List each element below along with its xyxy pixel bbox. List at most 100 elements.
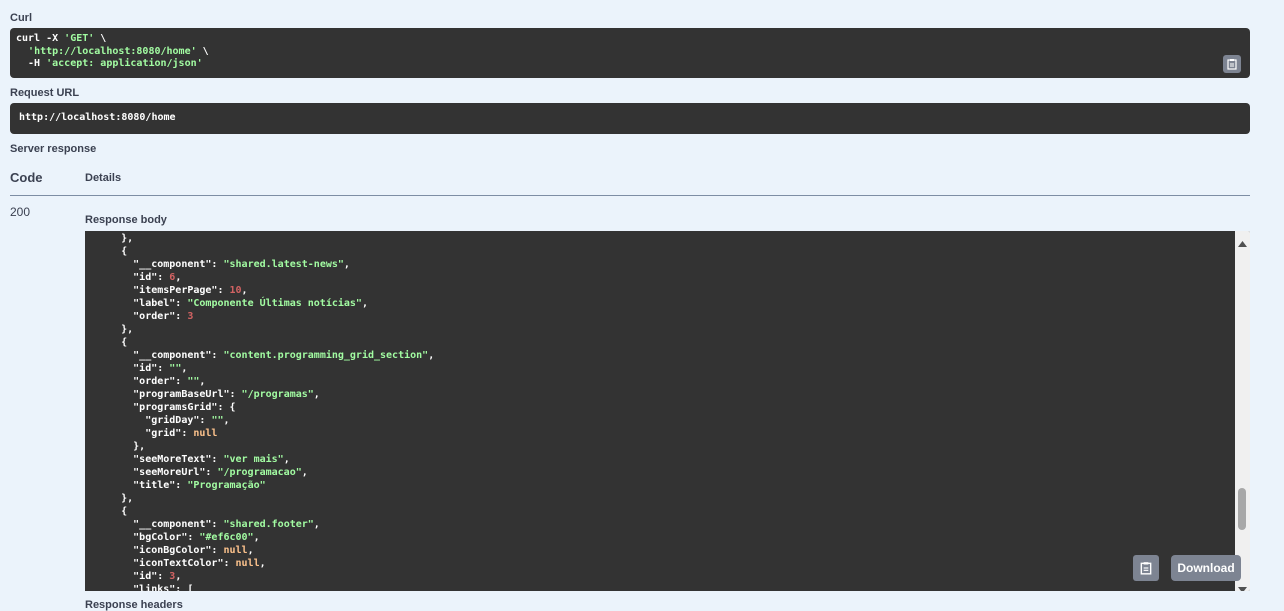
response-token: "ver mais" xyxy=(223,454,284,465)
response-line: "id": "", xyxy=(85,362,434,375)
response-line: "gridDay": "", xyxy=(85,414,434,427)
curl-token: \ xyxy=(196,45,209,57)
response-line: }, xyxy=(85,232,434,245)
response-token: }, xyxy=(85,233,134,244)
response-line: "programBaseUrl": "/programas", xyxy=(85,388,434,401)
response-token: }, xyxy=(85,441,146,452)
response-token: "__component": xyxy=(85,519,224,530)
response-token: null xyxy=(193,428,218,439)
request-url-value[interactable]: http://localhost:8080/home xyxy=(10,103,1250,134)
response-token: , xyxy=(247,545,254,556)
response-token: "__component": xyxy=(85,259,224,270)
curl-token: 'GET' xyxy=(64,33,95,44)
response-line: "__component": "content.programming_grid… xyxy=(85,349,434,362)
response-token: "iconBgColor": xyxy=(85,545,224,556)
response-token: "iconTextColor": xyxy=(85,558,236,569)
response-body-label: Response body xyxy=(85,214,167,226)
response-line: "programsGrid": { xyxy=(85,401,434,414)
response-token: "__component": xyxy=(85,350,224,361)
response-line: "links": [ xyxy=(85,583,434,591)
response-token: , xyxy=(343,259,350,270)
response-token: 10 xyxy=(229,285,242,296)
response-line: "order": 3 xyxy=(85,310,434,323)
scrollbar-thumb[interactable] xyxy=(1238,488,1246,530)
response-line: { xyxy=(85,505,434,518)
response-line: "label": "Componente Últimas notícias", xyxy=(85,297,434,310)
response-line: }, xyxy=(85,492,434,505)
response-token: "" xyxy=(211,415,224,426)
download-button[interactable]: Download xyxy=(1171,555,1241,581)
response-line: "seeMoreUrl": "/programacao", xyxy=(85,466,434,479)
response-token: "bgColor": xyxy=(85,532,200,543)
response-copy-button[interactable] xyxy=(1133,555,1159,581)
response-status-code: 200 xyxy=(10,205,31,219)
chevron-up-icon[interactable] xyxy=(1238,234,1247,252)
response-line: "itemsPerPage": 10, xyxy=(85,284,434,297)
response-line: }, xyxy=(85,323,434,336)
code-column-header: Code xyxy=(10,170,43,185)
clipboard-icon xyxy=(1139,561,1153,575)
curl-token: curl -X xyxy=(16,33,65,44)
response-token: "itemsPerPage": xyxy=(85,285,230,296)
response-token: , xyxy=(259,558,266,569)
response-token: "programsGrid": { xyxy=(85,402,236,413)
curl-token: 'http://localhost:8080/home' xyxy=(28,45,197,57)
response-line: "grid": null xyxy=(85,427,434,440)
response-token: "content.programming_grid_section" xyxy=(223,350,429,361)
server-response-label: Server response xyxy=(10,143,97,155)
response-token: , xyxy=(313,389,320,400)
response-token: }, xyxy=(85,493,134,504)
response-body-block[interactable]: }, { "__component": "shared.latest-news"… xyxy=(85,231,1250,591)
response-token: "shared.latest-news" xyxy=(223,259,344,270)
table-divider xyxy=(10,195,1250,196)
curl-copy-button[interactable] xyxy=(1223,55,1241,73)
curl-line: 'http://localhost:8080/home' \ xyxy=(16,46,1244,59)
response-token: "gridDay": xyxy=(85,415,212,426)
response-token: , xyxy=(199,376,206,387)
response-token: , xyxy=(301,467,308,478)
response-token: "Programação" xyxy=(187,480,266,491)
response-line: "id": 6, xyxy=(85,271,434,284)
response-body-text: }, { "__component": "shared.latest-news"… xyxy=(85,232,434,591)
response-line: "title": "Programação" xyxy=(85,479,434,492)
response-token: "order": xyxy=(85,311,188,322)
response-token: , xyxy=(181,363,188,374)
curl-token: -H xyxy=(16,58,47,69)
response-token: "grid": xyxy=(85,428,194,439)
response-line: { xyxy=(85,336,434,349)
chevron-down-icon[interactable] xyxy=(1238,580,1247,591)
curl-line: curl -X 'GET' \ xyxy=(16,33,1244,46)
response-token: { xyxy=(85,506,128,517)
curl-token xyxy=(16,46,28,57)
response-token: , xyxy=(428,350,435,361)
response-line: "order": "", xyxy=(85,375,434,388)
response-token: , xyxy=(313,519,320,530)
response-token: "programBaseUrl": xyxy=(85,389,242,400)
response-token: , xyxy=(253,532,260,543)
response-token: "title": xyxy=(85,480,188,491)
curl-code-block[interactable]: curl -X 'GET' \ 'http://localhost:8080/h… xyxy=(10,28,1250,78)
response-scrollbar[interactable] xyxy=(1235,231,1250,591)
response-token: , xyxy=(175,571,182,582)
response-line: "id": 3, xyxy=(85,570,434,583)
response-token: "id": xyxy=(85,272,170,283)
response-line: "__component": "shared.footer", xyxy=(85,518,434,531)
response-line: "__component": "shared.latest-news", xyxy=(85,258,434,271)
response-token: "id": xyxy=(85,571,170,582)
curl-line: -H 'accept: application/json' xyxy=(16,58,1244,71)
response-token: "label": xyxy=(85,298,188,309)
response-token: null xyxy=(223,545,248,556)
response-token: "Componente Últimas notícias" xyxy=(187,298,362,309)
response-token: "shared.footer" xyxy=(223,519,314,530)
clipboard-icon xyxy=(1226,58,1238,70)
response-line: "iconTextColor": null, xyxy=(85,557,434,570)
response-token: { xyxy=(85,337,128,348)
response-token: "links": [ xyxy=(85,584,194,591)
response-token: , xyxy=(241,285,248,296)
response-token: }, xyxy=(85,324,134,335)
response-token: "#ef6c00" xyxy=(199,532,254,543)
response-line: "iconBgColor": null, xyxy=(85,544,434,557)
response-headers-label: Response headers xyxy=(85,599,183,611)
curl-token: \ xyxy=(94,33,107,44)
response-line: }, xyxy=(85,440,434,453)
